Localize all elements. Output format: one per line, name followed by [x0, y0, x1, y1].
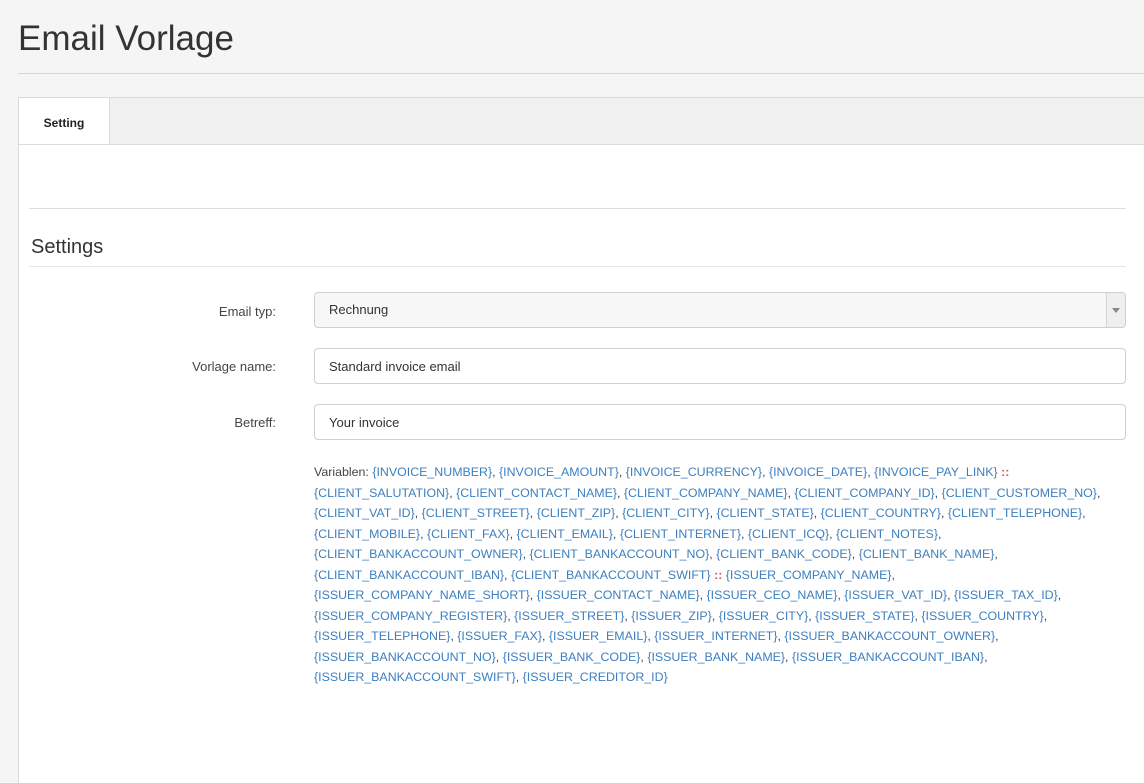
variable-token: {CLIENT_EMAIL} — [516, 526, 613, 541]
variable-token: {ISSUER_BANK_NAME} — [647, 649, 786, 664]
variable-token: {ISSUER_COMPANY_NAME_SHORT} — [314, 588, 530, 602]
variable-token: {ISSUER_EMAIL} — [548, 629, 648, 643]
variable-token: {CLIENT_STATE} — [716, 506, 814, 520]
variable-token: {CLIENT_INTERNET} — [619, 526, 741, 541]
variable-token: {CLIENT_TELEPHONE} — [947, 506, 1083, 520]
settings-panel: Setting Settings Email typ: Rechnung Vor… — [18, 97, 1144, 783]
variable-token: {CLIENT_STREET} — [421, 506, 530, 520]
variables-prefix: Variablen: — [314, 465, 369, 479]
variable-token: {ISSUER_FAX} — [457, 629, 542, 643]
variable-token: {CLIENT_COMPANY_NAME} — [623, 485, 788, 500]
variable-token: {CLIENT_BANKACCOUNT_IBAN} — [314, 567, 505, 582]
variable-token: {CLIENT_NOTES} — [836, 526, 938, 541]
variable-token: {CLIENT_BANK_NAME} — [858, 547, 995, 561]
variable-token: {CLIENT_COUNTRY} — [820, 506, 941, 520]
variable-token: {CLIENT_COMPANY_ID} — [794, 485, 935, 500]
variable-token: {CLIENT_CUSTOMER_NO} — [941, 485, 1097, 500]
variable-token: {CLIENT_BANKACCOUNT_NO} — [529, 547, 710, 561]
tab-bar: Setting — [19, 98, 1144, 145]
variable-token: {ISSUER_BANKACCOUNT_IBAN} — [791, 649, 985, 664]
email-type-value: Rechnung — [329, 302, 389, 317]
section-title: Settings — [31, 236, 104, 258]
select-arrow[interactable] — [1106, 293, 1125, 327]
subject-input[interactable] — [314, 404, 1126, 440]
variable-token: {ISSUER_BANKACCOUNT_OWNER} — [784, 629, 996, 643]
variable-token: {CLIENT_BANKACCOUNT_SWIFT} — [510, 567, 711, 582]
variable-token: {CLIENT_CITY} — [622, 506, 710, 520]
variable-token: {CLIENT_BANKACCOUNT_OWNER} — [314, 547, 523, 561]
variable-token: {ISSUER_TAX_ID} — [953, 588, 1058, 602]
email-type-select[interactable]: Rechnung — [314, 292, 1126, 328]
template-name-input[interactable] — [314, 348, 1126, 384]
variable-token: {CLIENT_ICQ} — [747, 526, 830, 541]
variable-token: {INVOICE_AMOUNT} — [499, 465, 619, 479]
variable-token: {ISSUER_INTERNET} — [654, 629, 778, 643]
variable-token: {INVOICE_PAY_LINK} — [874, 465, 998, 479]
variable-token: {INVOICE_DATE} — [768, 465, 868, 479]
variable-token: {CLIENT_FAX} — [426, 526, 510, 541]
page-title: Email Vorlage — [18, 19, 234, 58]
variable-token: {INVOICE_NUMBER} — [372, 465, 493, 479]
variable-token: {CLIENT_SALUTATION} — [314, 485, 450, 500]
subject-label: Betreff: — [234, 415, 276, 430]
variable-token: {ISSUER_COMPANY_REGISTER} — [314, 608, 508, 623]
variable-token: {ISSUER_ZIP} — [631, 608, 712, 623]
variable-token: {ISSUER_BANK_CODE} — [502, 649, 641, 664]
variable-token: {ISSUER_CITY} — [718, 608, 809, 623]
variable-token: {ISSUER_COUNTRY} — [921, 608, 1044, 623]
variable-group-separator: :: — [1001, 465, 1010, 479]
template-name-label: Vorlage name: — [192, 359, 276, 374]
variable-token: {INVOICE_CURRENCY} — [625, 465, 763, 479]
variable-token: {ISSUER_BANKACCOUNT_SWIFT} — [314, 670, 516, 684]
variable-token: {ISSUER_TELEPHONE} — [314, 629, 451, 643]
variable-token: {CLIENT_CONTACT_NAME} — [456, 485, 617, 500]
section-divider — [29, 208, 1126, 209]
variable-token: {ISSUER_STREET} — [514, 608, 625, 623]
title-divider — [18, 73, 1144, 74]
variable-token: {ISSUER_STATE} — [815, 608, 915, 623]
variable-token: {CLIENT_VAT_ID} — [314, 506, 415, 520]
variable-token: {ISSUER_CREDITOR_ID} — [522, 670, 668, 684]
variable-token: {ISSUER_VAT_ID} — [844, 588, 948, 602]
section-title-divider — [29, 266, 1126, 267]
variable-token: {CLIENT_MOBILE} — [314, 526, 421, 541]
variable-group-separator: :: — [714, 567, 723, 582]
tab-setting[interactable]: Setting — [19, 98, 110, 144]
variable-token: {ISSUER_CONTACT_NAME} — [536, 588, 700, 602]
variable-token: {ISSUER_CEO_NAME} — [706, 588, 838, 602]
variables-help: Variablen: {INVOICE_NUMBER}, {INVOICE_AM… — [314, 465, 1101, 684]
variable-token: {ISSUER_COMPANY_NAME} — [725, 567, 892, 582]
variable-token: {CLIENT_ZIP} — [536, 506, 616, 520]
email-type-label: Email typ: — [218, 304, 276, 319]
variable-token: {ISSUER_BANKACCOUNT_NO} — [314, 649, 496, 664]
variable-token: {CLIENT_BANK_CODE} — [716, 547, 852, 561]
chevron-down-icon — [1112, 308, 1120, 313]
